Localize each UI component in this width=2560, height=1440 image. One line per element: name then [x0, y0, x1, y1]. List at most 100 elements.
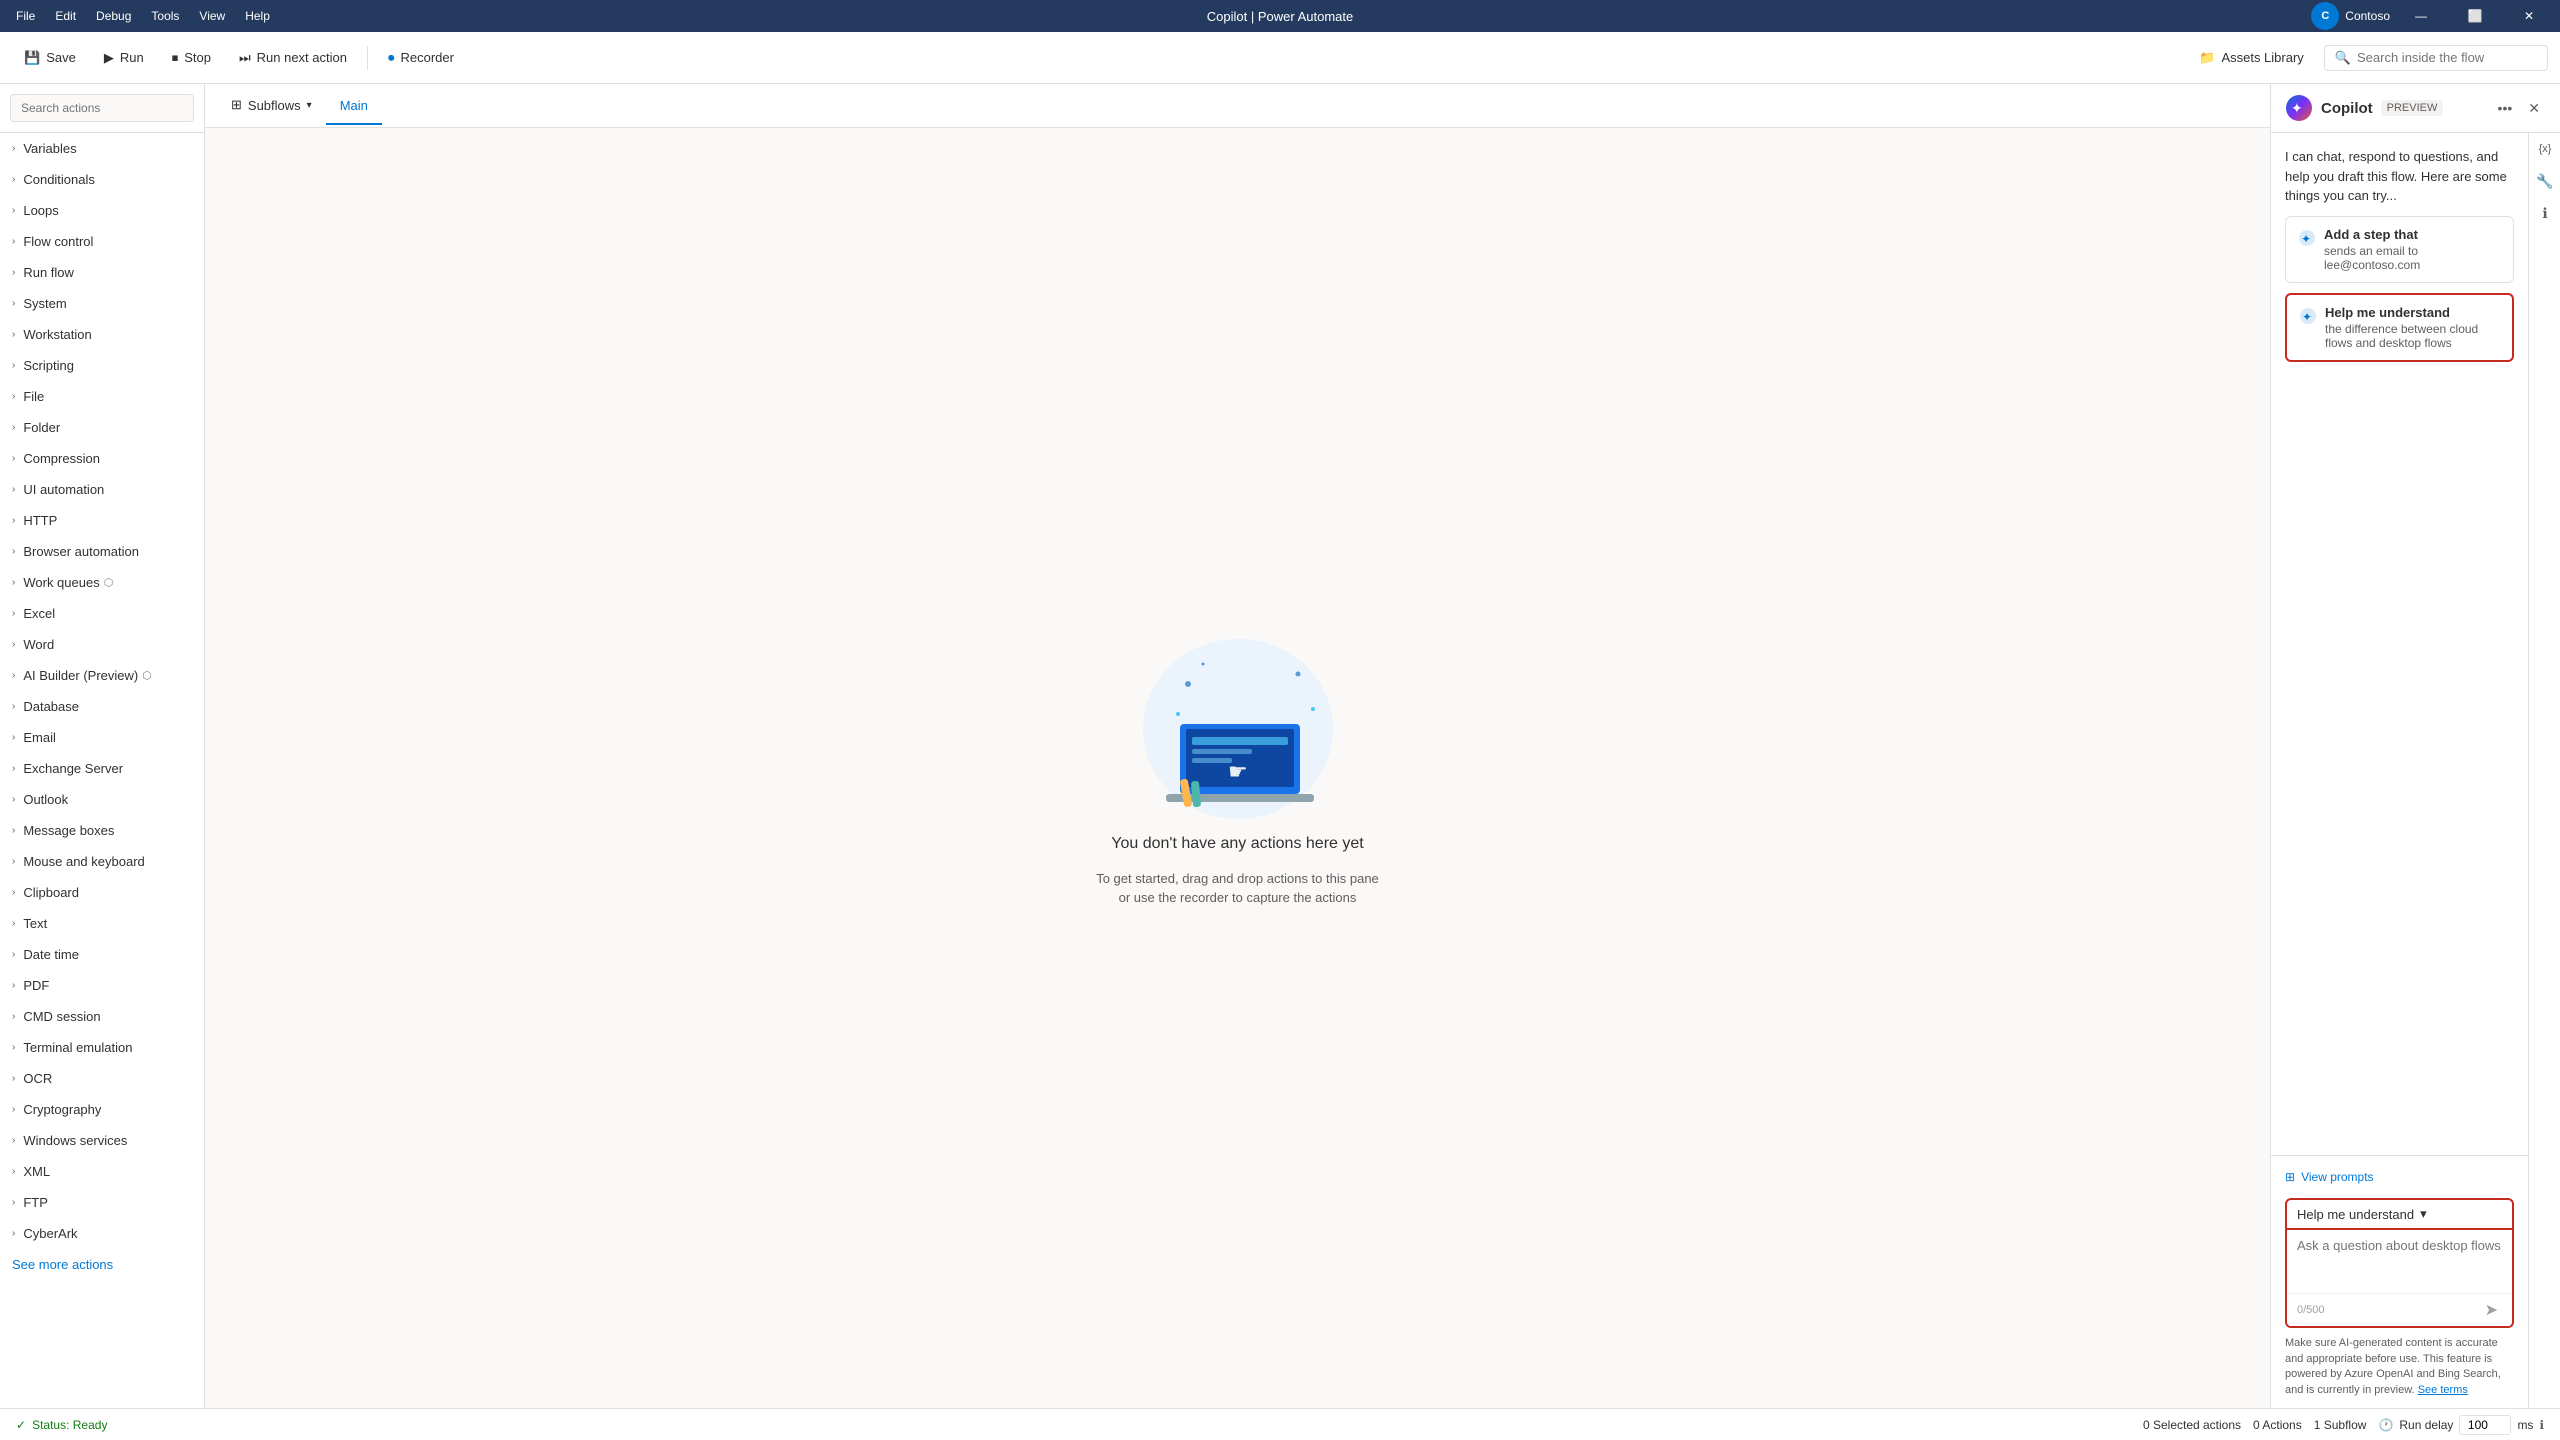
chevron-icon: ›	[12, 1011, 15, 1022]
sidebar-item-date-time[interactable]: ›Date time	[0, 939, 204, 970]
sidebar-item-exchange-server[interactable]: ›Exchange Server	[0, 753, 204, 784]
assets-library-button[interactable]: 📁 Assets Library	[2187, 44, 2316, 72]
suggestion-card-add-step[interactable]: ✦ Add a step that sends an email to lee@…	[2285, 216, 2514, 283]
sidebar-item-scripting[interactable]: ›Scripting	[0, 350, 204, 381]
copilot-mode-selector[interactable]: Help me understand ▾	[2285, 1198, 2514, 1230]
sidebar-item-conditionals[interactable]: ›Conditionals	[0, 164, 204, 195]
sidebar-item-workstation[interactable]: ›Workstation	[0, 319, 204, 350]
prompts-icon: ⊞	[2285, 1170, 2295, 1184]
sidebar-item-flow-control[interactable]: ›Flow control	[0, 226, 204, 257]
sidebar-item-excel[interactable]: ›Excel	[0, 598, 204, 629]
next-action-button[interactable]: ⏭ Run next action	[227, 44, 359, 72]
sidebar-item-database[interactable]: ›Database	[0, 691, 204, 722]
chevron-icon: ›	[12, 1166, 15, 1177]
menu-help[interactable]: Help	[237, 7, 278, 25]
titlebar-left: File Edit Debug Tools View Help	[8, 7, 278, 25]
sidebar-item-ocr[interactable]: ›OCR	[0, 1063, 204, 1094]
char-count: 0/500	[2297, 1304, 2325, 1316]
chevron-icon: ›	[12, 329, 15, 340]
see-terms-link[interactable]: See terms	[2418, 1384, 2468, 1396]
menu-edit[interactable]: Edit	[47, 7, 84, 25]
sidebar: ›Variables ›Conditionals ›Loops ›Flow co…	[0, 84, 205, 1408]
stop-button[interactable]: ⏹ Stop	[160, 44, 223, 72]
chevron-icon: ›	[12, 763, 15, 774]
search-input[interactable]	[10, 94, 194, 122]
flow-search[interactable]: 🔍	[2324, 45, 2548, 71]
menu-tools[interactable]: Tools	[143, 7, 187, 25]
panel-icon-tools[interactable]: 🔧	[2529, 165, 2560, 197]
sidebar-item-cmd-session[interactable]: ›CMD session	[0, 1001, 204, 1032]
sidebar-item-text[interactable]: ›Text	[0, 908, 204, 939]
sidebar-item-http[interactable]: ›HTTP	[0, 505, 204, 536]
save-button[interactable]: 💾 Save	[12, 44, 88, 72]
svg-text:✦: ✦	[2291, 100, 2303, 116]
sidebar-item-clipboard[interactable]: ›Clipboard	[0, 877, 204, 908]
svg-text:✦: ✦	[2301, 232, 2311, 246]
sidebar-item-terminal-emulation[interactable]: ›Terminal emulation	[0, 1032, 204, 1063]
menu-file[interactable]: File	[8, 7, 43, 25]
run-button[interactable]: ▶ Run	[92, 44, 156, 72]
sidebar-item-file[interactable]: ›File	[0, 381, 204, 412]
sidebar-item-work-queues[interactable]: ›Work queues⬡	[0, 567, 204, 598]
sidebar-item-ftp[interactable]: ›FTP	[0, 1187, 204, 1218]
user-info: C Contoso	[2311, 2, 2390, 30]
sidebar-item-cryptography[interactable]: ›Cryptography	[0, 1094, 204, 1125]
run-delay-input[interactable]	[2459, 1415, 2511, 1435]
recorder-icon: ⏺	[388, 50, 395, 66]
sidebar-item-mouse-keyboard[interactable]: ›Mouse and keyboard	[0, 846, 204, 877]
panel-icon-info[interactable]: ℹ	[2529, 197, 2560, 229]
premium-badge: ⬡	[142, 669, 152, 682]
toolbar-separator	[367, 46, 368, 70]
main-tab[interactable]: Main	[326, 88, 382, 125]
sidebar-item-folder[interactable]: ›Folder	[0, 412, 204, 443]
sidebar-item-windows-services[interactable]: ›Windows services	[0, 1125, 204, 1156]
suggestion-add-content: Add a step that sends an email to lee@co…	[2324, 227, 2501, 272]
chevron-icon: ›	[12, 546, 15, 557]
copilot-close-button[interactable]: ✕	[2522, 96, 2546, 121]
chevron-icon: ›	[12, 1073, 15, 1084]
sidebar-item-system[interactable]: ›System	[0, 288, 204, 319]
sidebar-item-email[interactable]: ›Email	[0, 722, 204, 753]
close-button[interactable]: ✕	[2506, 0, 2552, 32]
send-button[interactable]: ➤	[2481, 1298, 2502, 1322]
chevron-icon: ›	[12, 205, 15, 216]
flow-search-input[interactable]	[2357, 50, 2537, 65]
subflow-count: 1 Subflow	[2314, 1418, 2367, 1432]
panel-icon-variables[interactable]: {x}	[2529, 133, 2560, 165]
sidebar-item-cyberark[interactable]: ›CyberArk	[0, 1218, 204, 1249]
copilot-input[interactable]	[2287, 1230, 2512, 1290]
sidebar-item-ui-automation[interactable]: ›UI automation	[0, 474, 204, 505]
see-more-actions[interactable]: See more actions	[0, 1249, 204, 1280]
sidebar-item-message-boxes[interactable]: ›Message boxes	[0, 815, 204, 846]
sidebar-item-loops[interactable]: ›Loops	[0, 195, 204, 226]
copilot-title: Copilot	[2321, 100, 2373, 117]
suggestion-card-help-understand[interactable]: ✦ Help me understand the difference betw…	[2285, 293, 2514, 362]
chevron-down-icon: ▾	[2420, 1206, 2427, 1222]
menu-view[interactable]: View	[191, 7, 233, 25]
sidebar-item-word[interactable]: ›Word	[0, 629, 204, 660]
sidebar-item-variables[interactable]: ›Variables	[0, 133, 204, 164]
suggestion-help-icon: ✦	[2299, 307, 2317, 350]
sidebar-item-browser-automation[interactable]: ›Browser automation	[0, 536, 204, 567]
copilot-more-button[interactable]: •••	[2492, 96, 2519, 121]
chevron-icon: ›	[12, 1228, 15, 1239]
sidebar-item-ai-builder[interactable]: ›AI Builder (Preview)⬡	[0, 660, 204, 691]
chevron-down-icon: ▾	[307, 100, 312, 111]
maximize-button[interactable]: ⬜	[2452, 0, 2498, 32]
chevron-icon: ›	[12, 794, 15, 805]
recorder-button[interactable]: ⏺ Recorder	[376, 44, 466, 72]
sidebar-item-outlook[interactable]: ›Outlook	[0, 784, 204, 815]
suggestion-help-title: Help me understand	[2325, 305, 2500, 320]
save-icon: 💾	[24, 50, 40, 66]
menu-debug[interactable]: Debug	[88, 7, 139, 25]
subflows-tab[interactable]: ⊞ Subflows ▾	[217, 87, 326, 125]
sidebar-item-compression[interactable]: ›Compression	[0, 443, 204, 474]
sidebar-item-run-flow[interactable]: ›Run flow	[0, 257, 204, 288]
minimize-button[interactable]: —	[2398, 0, 2444, 32]
titlebar: File Edit Debug Tools View Help Copilot …	[0, 0, 2560, 32]
view-prompts-button[interactable]: ⊞ View prompts	[2285, 1166, 2374, 1188]
sidebar-item-pdf[interactable]: ›PDF	[0, 970, 204, 1001]
sidebar-item-xml[interactable]: ›XML	[0, 1156, 204, 1187]
suggestion-add-icon: ✦	[2298, 229, 2316, 272]
statusbar: ✓ Status: Ready 0 Selected actions 0 Act…	[0, 1408, 2560, 1440]
